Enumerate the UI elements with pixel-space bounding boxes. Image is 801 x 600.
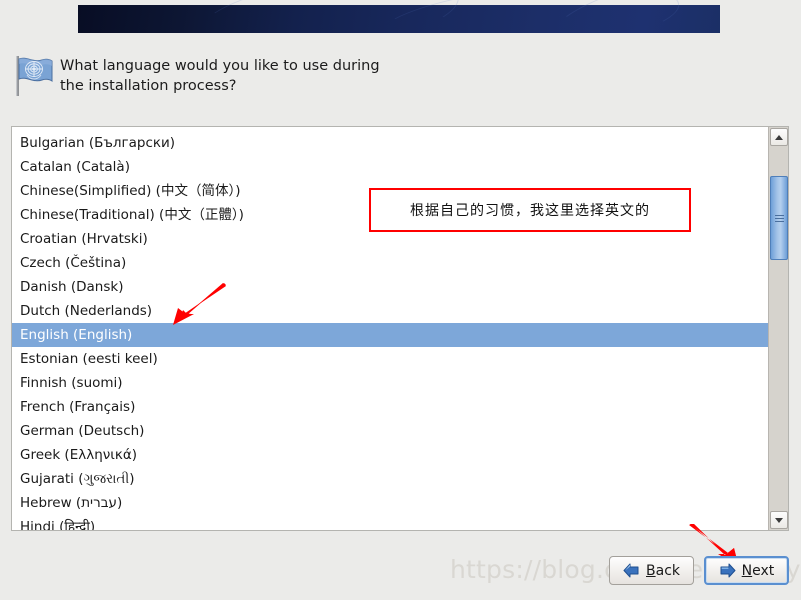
annotation-note: 根据自己的习惯，我这里选择英文的 (369, 188, 691, 232)
un-flag-icon (12, 54, 54, 98)
back-button[interactable]: Back (609, 556, 694, 585)
vertical-scrollbar[interactable] (768, 127, 788, 530)
language-list-item[interactable]: Hebrew (עברית) (12, 491, 769, 515)
chevron-down-icon[interactable] (770, 511, 788, 529)
arrow-pointing-to-english-row (160, 283, 230, 335)
language-list-item-selected[interactable]: English (English) (12, 323, 769, 347)
chevron-up-glyph (775, 134, 783, 140)
installer-banner (78, 0, 801, 81)
next-button[interactable]: Next (704, 556, 789, 585)
language-list-item[interactable]: Greek (Ελληνικά) (12, 443, 769, 467)
chevron-up-icon[interactable] (770, 128, 788, 146)
question-area: What language would you like to use duri… (12, 52, 752, 98)
back-label-rest: ack (655, 562, 680, 579)
language-list-item[interactable]: Finnish (suomi) (12, 371, 769, 395)
next-button-label: Next (742, 563, 775, 579)
arrow-right-icon (720, 563, 736, 578)
language-list-item[interactable]: Gujarati (ગુજરાતી) (12, 467, 769, 491)
language-list-item[interactable]: Danish (Dansk) (12, 275, 769, 299)
arrow-left-icon (623, 563, 639, 578)
language-list-item[interactable]: German (Deutsch) (12, 419, 769, 443)
language-list-item[interactable]: Catalan (Català) (12, 155, 769, 179)
scrollbar-grip-icon (774, 214, 784, 222)
language-list-item[interactable]: Dutch (Nederlands) (12, 299, 769, 323)
language-list-item[interactable]: French (Français) (12, 395, 769, 419)
language-list-item[interactable]: Estonian (eesti keel) (12, 347, 769, 371)
next-label-rest: ext (752, 562, 775, 579)
chevron-down-glyph (775, 517, 783, 523)
next-accel-letter: N (741, 562, 753, 579)
language-list-item[interactable]: Bulgarian (Български) (12, 131, 769, 155)
language-list-item[interactable]: Czech (Čeština) (12, 251, 769, 275)
question-label: What language would you like to use duri… (60, 58, 380, 94)
annotation-note-text: 根据自己的习惯，我这里选择英文的 (410, 203, 650, 219)
back-button-label: Back (646, 563, 680, 579)
scrollbar-thumb[interactable] (770, 176, 788, 260)
back-accel-letter: B (646, 562, 656, 579)
language-listbox[interactable]: Bulgarian (Български) Catalan (Català) Chi… (11, 126, 789, 531)
language-list-item[interactable]: Hindi (हिन्दी) (12, 515, 769, 530)
wizard-button-bar: Back Next (609, 556, 789, 585)
